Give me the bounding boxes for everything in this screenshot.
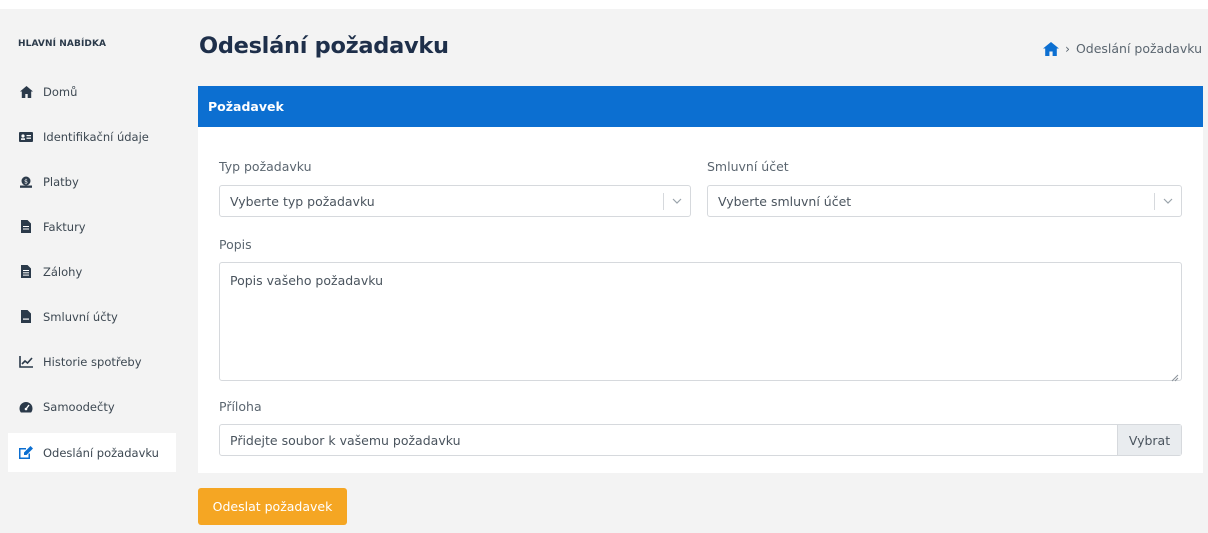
attachment-placeholder: Přidejte soubor k vašemu požadavku [230, 432, 461, 448]
sidebar-item-home[interactable]: Domů [8, 69, 176, 114]
select-divider [1154, 193, 1155, 210]
sidebar-item-label: Samoodečty [43, 399, 115, 414]
card-header: Požadavek [198, 86, 1203, 127]
gauge-icon [19, 400, 33, 414]
account-label: Smluvní účet [707, 159, 789, 174]
request-card: Požadavek Typ požadavku Vyberte typ poža… [198, 86, 1203, 473]
sidebar-item-label: Historie spotřeby [43, 354, 142, 369]
breadcrumb-current: Odeslání požadavku [1075, 41, 1202, 56]
invoice-icon [19, 220, 33, 234]
chart-line-icon [19, 355, 33, 369]
money-icon: $ [19, 175, 33, 189]
sidebar-item-label: Faktury [43, 219, 86, 234]
sidebar-item-label: Identifikační údaje [43, 129, 149, 144]
request-type-placeholder: Vyberte typ požadavku [230, 193, 375, 209]
chevron-down-icon [671, 195, 683, 207]
sidebar-item-contract-accounts[interactable]: Smluvní účty [8, 294, 176, 339]
resize-handle-icon[interactable] [1171, 370, 1179, 382]
description-textarea[interactable]: Popis vašeho požadavku [219, 262, 1182, 382]
sidebar-item-label: Zálohy [43, 264, 83, 279]
sidebar-item-identification[interactable]: Identifikační údaje [8, 114, 176, 159]
document-icon [19, 265, 33, 279]
svg-text:$: $ [24, 178, 28, 185]
sidebar-item-self-readings[interactable]: Samoodečty [8, 384, 176, 429]
contract-icon [19, 310, 33, 324]
page-title: Odeslání požadavku [199, 33, 449, 59]
attachment-input[interactable]: Přidejte soubor k vašemu požadavku Vybra… [219, 424, 1182, 456]
browse-button[interactable]: Vybrat [1117, 425, 1181, 455]
home-icon [19, 85, 33, 99]
submit-request-button[interactable]: Odeslat požadavek [198, 488, 347, 525]
select-divider [663, 193, 664, 210]
sidebar-item-label: Domů [43, 84, 78, 99]
sidebar: HLAVNÍ NABÍDKA Domů Identifikační údaje … [0, 9, 186, 533]
sidebar-item-consumption-history[interactable]: Historie spotřeby [8, 339, 176, 384]
sidebar-item-label: Smluvní účty [43, 309, 118, 324]
request-type-select[interactable]: Vyberte typ požadavku [219, 185, 691, 217]
sidebar-heading: HLAVNÍ NABÍDKA [18, 39, 107, 49]
id-card-icon [19, 130, 33, 144]
type-label: Typ požadavku [219, 159, 312, 174]
app: HLAVNÍ NABÍDKA Domů Identifikační údaje … [0, 9, 1208, 533]
contract-account-select[interactable]: Vyberte smluvní účet [707, 185, 1182, 217]
sidebar-item-send-request[interactable]: Odeslání požadavku [8, 433, 176, 472]
chevron-right-icon: › [1065, 41, 1070, 56]
contract-account-placeholder: Vyberte smluvní účet [718, 193, 852, 209]
sidebar-item-label: Platby [43, 174, 79, 189]
sidebar-item-advances[interactable]: Zálohy [8, 249, 176, 294]
sidebar-item-invoices[interactable]: Faktury [8, 204, 176, 249]
sidebar-menu: Domů Identifikační údaje $ Platby Faktur… [8, 69, 176, 472]
description-placeholder: Popis vašeho požadavku [230, 273, 384, 288]
breadcrumb: › Odeslání požadavku [1043, 41, 1202, 56]
chevron-down-icon [1162, 195, 1174, 207]
edit-icon [19, 446, 33, 460]
sidebar-item-payments[interactable]: $ Platby [8, 159, 176, 204]
description-label: Popis [219, 237, 252, 252]
home-icon[interactable] [1043, 41, 1060, 56]
attachment-label: Příloha [219, 399, 262, 414]
sidebar-item-label: Odeslání požadavku [43, 445, 159, 460]
